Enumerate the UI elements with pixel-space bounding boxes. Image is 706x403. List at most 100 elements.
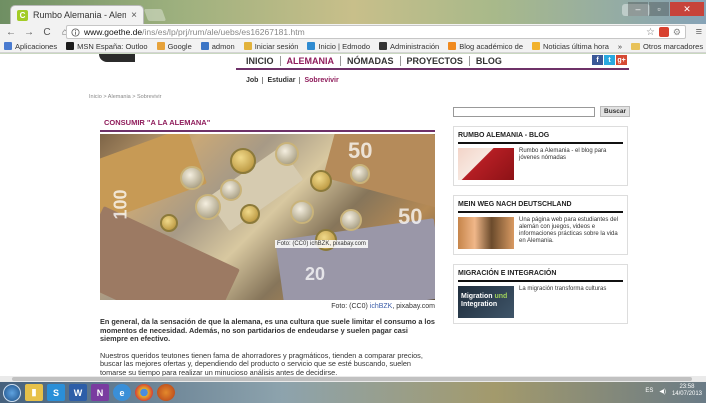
web-page: INICIO ALEMANIA NÓMADAS PROYECTOS BLOG f t g… [0, 54, 706, 376]
photo-watermark: Foto: (CC0) ichBZK, pixabay.com [275, 240, 368, 248]
bookmark-label: Aplicaciones [15, 41, 58, 51]
back-arrow-icon[interactable]: ← [6, 27, 16, 38]
url-host: www.goethe.de [84, 27, 143, 37]
new-tab-button[interactable] [143, 9, 167, 21]
explorer-icon[interactable]: ▮ [25, 384, 43, 401]
sidebar-box-text: La migración transforma culturas [519, 286, 607, 292]
forward-arrow-icon[interactable]: → [24, 27, 34, 38]
nav-item-blog[interactable]: BLOG [470, 56, 508, 66]
window-controls: – ▫ ✕ [628, 2, 704, 16]
main-navigation: INICIO ALEMANIA NÓMADAS PROYECTOS BLOG [240, 56, 508, 66]
bookmark-item[interactable]: Blog académico de [448, 42, 523, 51]
banknote-number: 20 [305, 264, 326, 284]
bookmark-favicon-icon [448, 42, 457, 50]
nav-item-alemania[interactable]: ALEMANIA [281, 56, 342, 66]
scrollbar-thumb[interactable] [12, 377, 692, 381]
address-bar[interactable]: www.goethe.de/ins/es/lp/prj/rum/ale/uebs… [66, 25, 686, 39]
clock[interactable]: 23:58 14/07/2013 [672, 384, 702, 398]
banknote-number: 50 [398, 204, 423, 229]
subnav-item-job[interactable]: Job [242, 77, 264, 84]
word-icon[interactable]: W [69, 384, 87, 401]
search-input[interactable] [453, 106, 595, 117]
onenote-icon[interactable]: N [91, 384, 109, 401]
start-button-icon[interactable] [3, 383, 21, 402]
bookmark-label: Administración [390, 41, 440, 51]
caption-source-link[interactable]: ichBZK [370, 303, 393, 310]
tab-close-icon[interactable]: × [131, 10, 137, 21]
close-window-button[interactable]: ✕ [670, 2, 704, 16]
bookmark-item[interactable]: Administración [379, 42, 439, 51]
bookmark-item[interactable]: admon [200, 41, 235, 51]
bookmark-item[interactable]: Inicio | Edmodo [307, 42, 370, 51]
nav-divider [236, 68, 629, 70]
breadcrumb[interactable]: Inicio > Alemania > Sobrevivir [89, 94, 161, 100]
chrome-icon[interactable] [135, 384, 153, 401]
nav-item-nómadas[interactable]: NÓMADAS [341, 56, 401, 66]
coin [240, 204, 260, 224]
browser-title-bar: C Rumbo Alemania - Alem × – ▫ ✕ [0, 0, 706, 24]
bookmark-label: admon [211, 41, 235, 51]
twitter-icon[interactable]: t [604, 55, 615, 65]
bookmark-favicon-icon [66, 42, 75, 50]
search-button[interactable]: Buscar [600, 106, 631, 117]
thumb-text: Migration [461, 293, 493, 300]
windows-taskbar: ▮ S W N e ES ◀) 23:58 14/07/2013 [0, 382, 706, 403]
goethe-logo[interactable] [99, 54, 135, 62]
bookmark-favicon-icon [307, 42, 316, 50]
subnav-item-estudiar[interactable]: Estudiar [263, 77, 301, 84]
volume-icon[interactable]: ◀) [659, 388, 666, 395]
banknote-number: 50 [348, 138, 373, 163]
article-title: CONSUMIR "A LA ALEMANA" [100, 118, 435, 132]
clock-date: 14/07/2013 [671, 391, 702, 397]
bookmark-label: Blog académico de [459, 41, 524, 51]
thumb-text: und [494, 293, 508, 300]
bookmark-item[interactable]: MSN España: Outloo [66, 42, 148, 51]
browser-tab[interactable]: C Rumbo Alemania - Alem × [10, 5, 144, 24]
sidebar-box-blog[interactable]: RUMBO ALEMANIA - BLOG Rumbo a Alemania -… [453, 126, 628, 186]
facebook-icon[interactable]: f [592, 55, 603, 65]
social-links: f t g+ [592, 55, 627, 65]
chrome-menu-icon[interactable]: ≡ [696, 26, 702, 38]
extension-icon[interactable] [658, 27, 669, 37]
skype-icon[interactable]: S [47, 384, 65, 401]
subnav-item-sobrevivir[interactable]: Sobrevivir [300, 77, 342, 84]
sidebar: Buscar RUMBO ALEMANIA - BLOG Rumbo a Ale… [453, 106, 631, 324]
firefox-icon[interactable] [157, 384, 175, 401]
tab-title: Rumbo Alemania - Alem [33, 10, 127, 20]
sidebar-box-text: Una página web para estudiantes del alem… [519, 217, 619, 244]
sidebar-box-migracion[interactable]: MIGRACIÓN E INTEGRACIÓN Migration und Int… [453, 264, 628, 324]
sidebar-box-title[interactable]: MIGRACIÓN E INTEGRACIÓN [458, 270, 623, 282]
other-bookmarks-label: Otros marcadores [643, 41, 704, 51]
internet-explorer-icon[interactable]: e [113, 384, 131, 401]
sidebar-box-title[interactable]: MEIN WEG NACH DEUTSCHLAND [458, 201, 623, 213]
sidebar-box-title[interactable]: RUMBO ALEMANIA - BLOG [458, 132, 623, 144]
coin [180, 166, 204, 190]
other-bookmarks[interactable]: » Otros marcadores [618, 42, 703, 51]
migration-thumbnail[interactable]: Migration und Integration [458, 286, 514, 318]
google-plus-icon[interactable]: g+ [616, 55, 627, 65]
bookmark-star-icon[interactable]: ☆ [646, 27, 655, 38]
bookmark-item[interactable]: Aplicaciones [4, 42, 57, 51]
coin [230, 148, 256, 174]
sidebar-box-mein-weg[interactable]: MEIN WEG NACH DEUTSCHLAND Una página web… [453, 195, 628, 255]
minimize-button[interactable]: – [628, 2, 648, 16]
bookmark-item[interactable]: Iniciar sesión [243, 42, 298, 51]
page-info-icon[interactable] [71, 27, 80, 37]
reload-icon[interactable]: C [42, 27, 52, 38]
mein-weg-thumbnail[interactable] [458, 217, 514, 249]
bookmark-item[interactable]: Google [156, 42, 192, 51]
nav-item-inicio[interactable]: INICIO [240, 56, 281, 66]
sub-navigation: Job Estudiar Sobrevivir [242, 77, 343, 84]
maximize-button[interactable]: ▫ [649, 2, 669, 16]
extension-icon-2[interactable]: ⚙ [673, 27, 681, 38]
nav-item-proyectos[interactable]: PROYECTOS [401, 56, 470, 66]
browser-toolbar: ← → C ⌂ www.goethe.de/ins/es/lp/prj/rum/… [0, 24, 706, 40]
article: CONSUMIR "A LA ALEMANA" 50 100 50 20 Fot… [100, 118, 435, 376]
bookmark-favicon-icon [4, 42, 12, 50]
coin [195, 194, 221, 220]
folder-icon [631, 42, 641, 50]
language-indicator[interactable]: ES [645, 388, 653, 394]
blog-thumbnail[interactable] [458, 148, 514, 180]
bookmark-item[interactable]: Noticias última hora [532, 42, 609, 51]
more-bookmarks-chevron[interactable]: » [618, 42, 622, 51]
